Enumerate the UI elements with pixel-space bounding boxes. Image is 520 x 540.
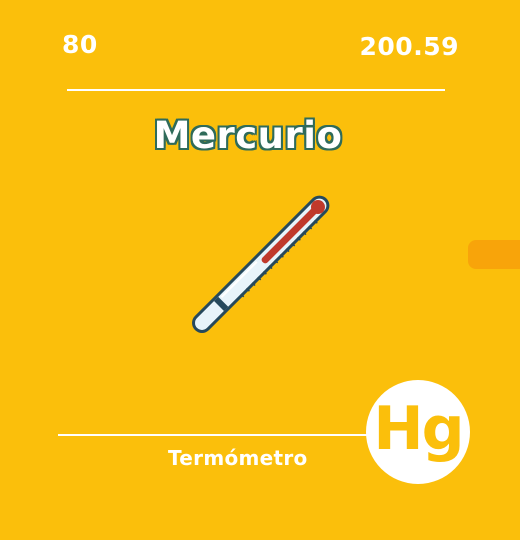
symbol-badge: Hg bbox=[366, 380, 470, 484]
atomic-number: 80 bbox=[62, 30, 98, 59]
bottom-divider bbox=[58, 434, 378, 436]
thermometer-icon bbox=[192, 195, 330, 333]
element-symbol: Hg bbox=[373, 394, 464, 464]
element-name: Mercurio bbox=[153, 114, 343, 157]
atomic-mass: 200.59 bbox=[359, 32, 459, 61]
use-label: Termómetro bbox=[168, 446, 308, 470]
element-card: 80 200.59 Mercurio Termómetro Hg bbox=[0, 0, 520, 540]
side-tab[interactable] bbox=[468, 240, 520, 269]
top-divider bbox=[67, 89, 445, 91]
